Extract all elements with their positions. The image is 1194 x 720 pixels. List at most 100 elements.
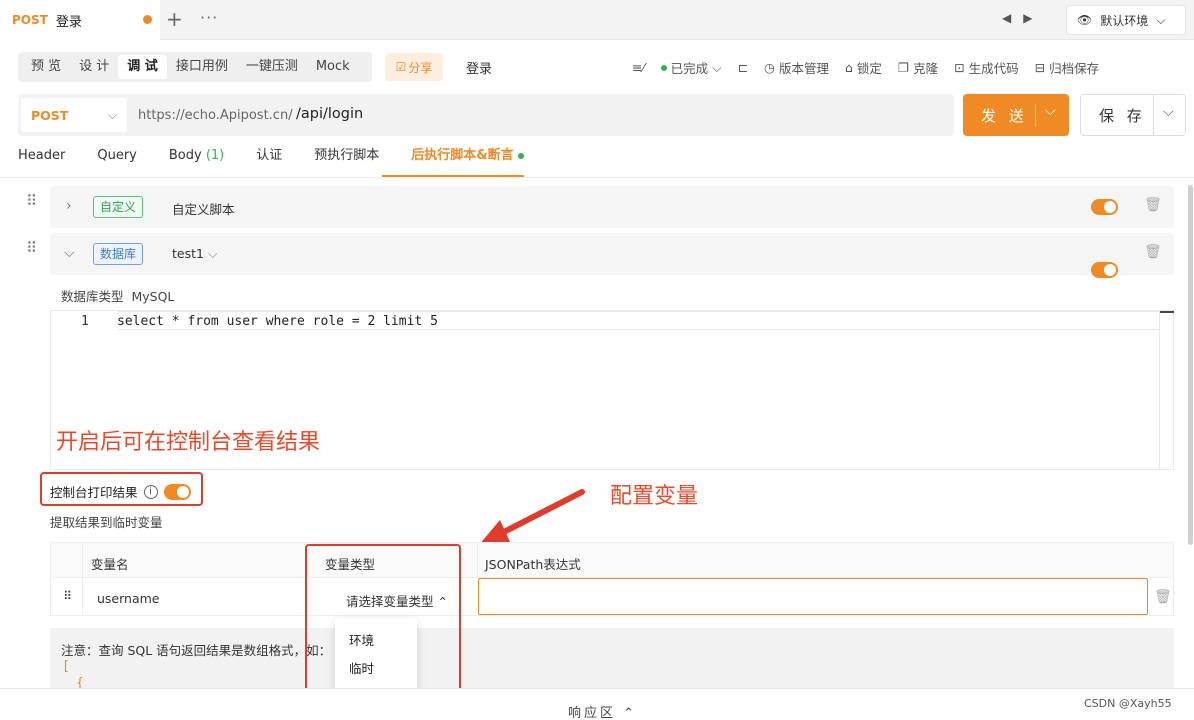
- chevron-right-icon[interactable]: ›: [66, 198, 72, 214]
- save-options-chevron-icon[interactable]: ⌵: [1163, 104, 1174, 120]
- mode-mock[interactable]: Mock: [307, 55, 359, 79]
- clone-button[interactable]: ❐ 克隆: [898, 58, 938, 77]
- http-method-select[interactable]: POST ⌵: [21, 98, 127, 132]
- unsaved-dot-icon: [143, 15, 152, 24]
- db-type-value: MySQL: [131, 289, 175, 304]
- generate-code-label: 生成代码: [968, 61, 1019, 76]
- chevron-down-icon: ⌵: [207, 246, 218, 261]
- console-print-toggle[interactable]: [163, 483, 191, 500]
- send-button[interactable]: 发 送 ⌵: [963, 94, 1069, 136]
- drag-handle-icon[interactable]: ⠿: [25, 241, 39, 256]
- divider: [0, 177, 1194, 178]
- mode-preview[interactable]: 预 览: [22, 55, 70, 79]
- console-print-row: 控制台打印结果 i: [50, 482, 191, 501]
- eye-icon: 👁: [1077, 13, 1093, 27]
- note-text: 注意：查询 SQL 语句返回结果是数组格式，如：: [61, 643, 332, 658]
- tab-query[interactable]: Query: [97, 146, 151, 176]
- watermark: CSDN @Xayh55: [1084, 697, 1172, 710]
- tab-post-script[interactable]: 后执行脚本&断言: [411, 146, 538, 176]
- annotation-arrow-icon: [478, 489, 585, 546]
- clock-icon: ◷: [764, 60, 775, 75]
- chevron-down-icon: ⌵: [712, 59, 722, 75]
- new-tab-button[interactable]: +: [166, 8, 183, 30]
- copy-icon: ❐: [897, 60, 910, 75]
- lock-button[interactable]: ⌂ 锁定: [845, 58, 882, 77]
- version-button[interactable]: ◷ 版本管理: [764, 58, 829, 77]
- http-method-value: POST: [31, 107, 69, 123]
- next-tab-icon[interactable]: ▶: [1023, 11, 1044, 25]
- send-label: 发 送: [981, 106, 1028, 125]
- tab-body-count: (1): [205, 148, 225, 163]
- jsonpath-input[interactable]: [478, 578, 1148, 615]
- annotation-console-hint: 开启后可在控制台查看结果: [56, 430, 321, 455]
- generate-code-button[interactable]: ⊡ 生成代码: [954, 58, 1019, 77]
- trash-icon[interactable]: 🗑: [1154, 589, 1172, 605]
- chevron-down-icon: ⌵: [107, 107, 117, 122]
- prev-tab-icon[interactable]: ◀: [1002, 11, 1023, 25]
- status-dot-icon: [518, 153, 525, 159]
- status-select[interactable]: 已完成 ⌵: [660, 58, 722, 77]
- archive-button[interactable]: ⊟ 归档保存: [1035, 58, 1100, 77]
- col-header-name: 变量名: [91, 557, 129, 572]
- line-number: 1: [81, 314, 89, 329]
- drag-handle-icon[interactable]: ⠿: [25, 194, 39, 209]
- note-code-line: [: [62, 659, 70, 674]
- sql-code[interactable]: select * from user where role = 2 limit …: [117, 314, 438, 329]
- more-tabs-icon[interactable]: ···: [200, 8, 218, 27]
- db-connection-name: test1: [172, 246, 204, 261]
- description-icon[interactable]: ≡⁄: [632, 58, 645, 77]
- save-label: 保 存: [1099, 106, 1146, 125]
- environment-select[interactable]: 👁 默认环境 ⌵: [1066, 5, 1186, 35]
- extract-vars-label: 提取结果到临时变量: [50, 515, 163, 530]
- trash-icon[interactable]: 🗑: [1144, 244, 1162, 260]
- share-icon: ☑: [395, 60, 407, 74]
- request-toolbar: ≡⁄ 已完成 ⌵ ⊏ ◷ 版本管理 ⌂ 锁定 ❐ 克隆 ⊡ 生成代码 ⊟ 归档保存: [632, 58, 1099, 77]
- mode-debug[interactable]: 调 试: [118, 55, 167, 79]
- outline-icon[interactable]: ⊏: [738, 58, 748, 77]
- script-type-tag: 自定义: [93, 196, 144, 218]
- mode-stress-test[interactable]: 一键压测: [237, 55, 307, 79]
- variable-table-header: [51, 543, 1173, 578]
- request-name-field[interactable]: 登录: [466, 58, 492, 77]
- variable-name-input[interactable]: username: [97, 591, 160, 606]
- tab-pre-script[interactable]: 预执行脚本: [314, 146, 393, 176]
- scrollbar[interactable]: [1188, 185, 1193, 545]
- lock-label: 锁定: [856, 61, 882, 76]
- db-type-row: 数据库类型 MySQL: [61, 286, 174, 305]
- drag-handle-icon[interactable]: ⠿: [61, 590, 75, 602]
- tab-body[interactable]: Body (1): [169, 146, 238, 176]
- request-subtabs: Header Query Body (1) 认证 预执行脚本 后执行脚本&断言: [18, 146, 556, 176]
- save-button[interactable]: 保 存 ⌵: [1080, 94, 1186, 136]
- tab-post-script-label: 后执行脚本&断言: [411, 148, 514, 163]
- clone-label: 克隆: [913, 61, 939, 76]
- archive-label: 归档保存: [1049, 61, 1100, 76]
- mode-testcase[interactable]: 接口用例: [167, 55, 237, 79]
- tab-nav-arrows[interactable]: ◀▶: [1002, 11, 1044, 25]
- archive-icon: ⊟: [1034, 60, 1046, 75]
- tab-body-label: Body: [168, 148, 202, 163]
- tab-auth[interactable]: 认证: [256, 146, 296, 176]
- request-tab-title: 登录: [55, 14, 82, 30]
- code-icon: ⊡: [954, 60, 965, 75]
- trash-icon[interactable]: 🗑: [1144, 197, 1162, 213]
- response-panel-toggle[interactable]: 响应区 ⌃: [568, 702, 637, 720]
- tab-header[interactable]: Header: [18, 146, 79, 176]
- script-type-tag: 数据库: [93, 243, 144, 265]
- send-options-chevron-icon[interactable]: ⌵: [1045, 103, 1056, 119]
- script-enable-toggle[interactable]: [1091, 199, 1118, 215]
- lock-icon: ⌂: [844, 60, 853, 75]
- info-icon[interactable]: i: [143, 484, 158, 499]
- col-header-jsonpath: JSONPath表达式: [485, 557, 581, 572]
- chevron-down-icon[interactable]: ⌵: [64, 245, 75, 261]
- script-name: 自定义脚本: [172, 202, 235, 217]
- request-tab[interactable]: POST 登录: [0, 0, 160, 40]
- url-input[interactable]: /api/login: [296, 106, 363, 122]
- console-print-label: 控制台打印结果: [50, 485, 138, 500]
- db-connection-select[interactable]: test1 ⌵: [172, 246, 217, 262]
- script-enable-toggle[interactable]: [1091, 262, 1118, 278]
- mode-design[interactable]: 设 计: [70, 55, 118, 79]
- share-button[interactable]: ☑ 分享: [385, 53, 443, 81]
- db-type-label: 数据库类型: [61, 289, 124, 304]
- environment-label: 默认环境: [1100, 13, 1149, 28]
- url-prefix: https://echo.Apipost.cn/: [138, 108, 293, 123]
